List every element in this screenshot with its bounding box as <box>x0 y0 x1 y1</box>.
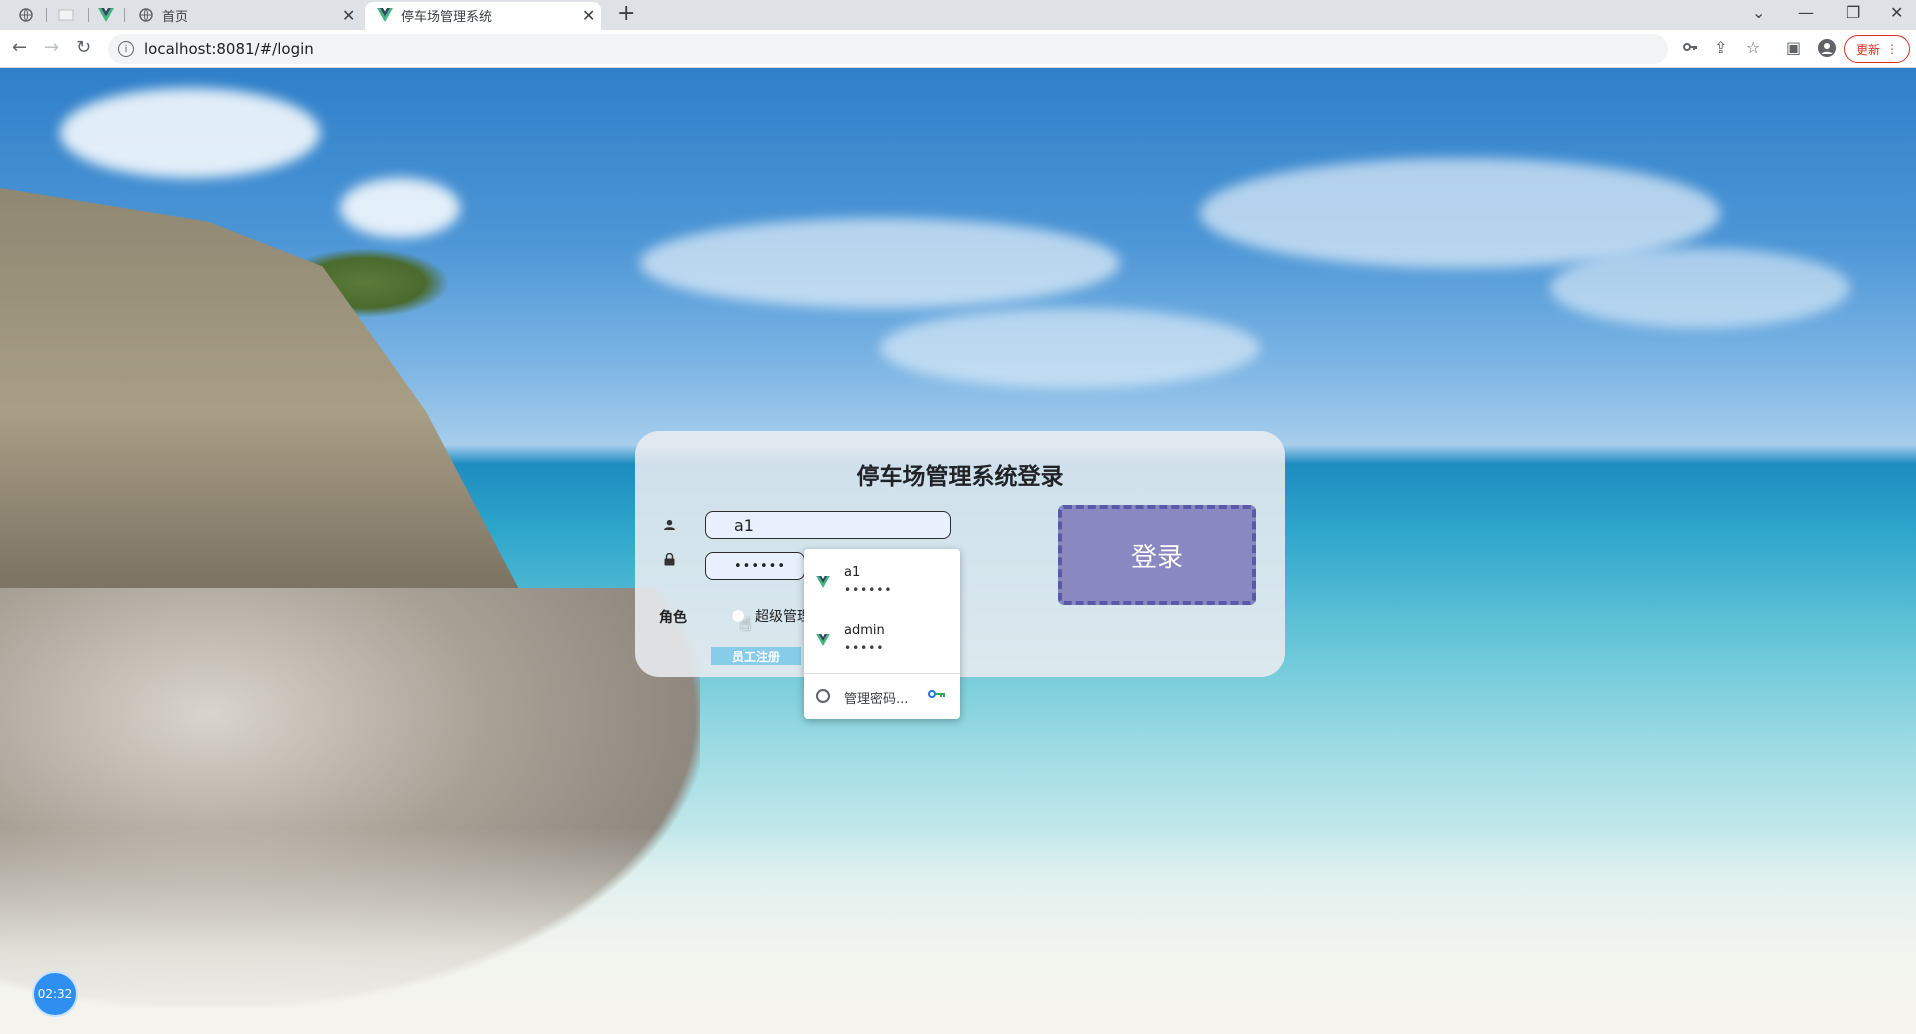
back-icon[interactable]: ← <box>12 39 27 57</box>
timer-value: 02:32 <box>37 987 73 1001</box>
recording-timer: 02:32 <box>32 971 78 1017</box>
autofill-username: a1 <box>844 565 861 580</box>
globe-icon <box>18 7 34 23</box>
tab-parking-system[interactable]: 停车场管理系统 <box>377 0 587 30</box>
menu-icon: ⋮ <box>1886 42 1898 56</box>
login-label: 登录 <box>1130 542 1183 573</box>
autofill-item[interactable]: a1 •••••• <box>804 553 960 609</box>
reload-icon[interactable]: ↻ <box>76 39 91 57</box>
toolbar: ← → ↻ i localhost:8081/#/login ⇪ ☆ ▣ 更新 … <box>0 30 1916 68</box>
role-label: 角色 <box>659 610 687 626</box>
tab-2[interactable] <box>58 0 74 30</box>
autofill-password: ••••• <box>844 641 885 655</box>
key-icon[interactable] <box>1682 39 1698 59</box>
globe-icon <box>138 7 154 23</box>
autofill-username: admin <box>844 623 885 638</box>
new-tab-button[interactable]: + <box>617 3 635 25</box>
update-label: 更新 <box>1855 42 1880 57</box>
password-input[interactable]: •••••• <box>705 552 805 580</box>
sand <box>0 828 1916 1034</box>
key-icon <box>928 687 946 703</box>
login-button[interactable]: 登录 <box>1058 505 1256 605</box>
register-button[interactable]: 员工注册 <box>711 647 801 665</box>
vue-logo-icon <box>377 7 393 23</box>
vue-logo-icon <box>98 7 114 23</box>
minimize-icon[interactable]: — <box>1798 3 1814 22</box>
password-value: •••••• <box>734 558 787 574</box>
share-icon[interactable]: ⇪ <box>1714 39 1727 57</box>
user-icon <box>661 519 677 534</box>
lock-icon <box>661 552 677 570</box>
vue-logo-icon <box>816 573 830 588</box>
register-label: 员工注册 <box>731 649 780 664</box>
info-icon[interactable]: i <box>118 41 134 57</box>
tab-1[interactable] <box>18 0 34 30</box>
forward-icon[interactable]: → <box>44 39 59 57</box>
username-value: a1 <box>734 515 754 535</box>
login-form: 停车场管理系统登录 a1 •••••• 角色 超级管理 员工注册 登录 <box>635 431 1285 677</box>
sidebar-icon[interactable]: ▣ <box>1786 39 1801 57</box>
username-input[interactable]: a1 <box>705 511 951 539</box>
vue-logo-icon <box>816 631 830 646</box>
star-icon[interactable]: ☆ <box>1746 39 1760 57</box>
chrome-icon <box>816 689 830 703</box>
tab-3[interactable] <box>98 0 114 30</box>
pointer-cursor-icon: ☝ <box>740 614 751 635</box>
divider <box>804 673 960 674</box>
profile-icon[interactable] <box>1818 39 1836 61</box>
update-button[interactable]: 更新 ⋮ <box>1844 35 1910 63</box>
autofill-password: •••••• <box>844 583 893 597</box>
close-window-icon[interactable]: ✕ <box>1890 3 1903 22</box>
tab-home[interactable]: 首页 <box>138 0 358 30</box>
manage-passwords-item[interactable]: 管理密码... <box>804 679 960 713</box>
close-tab-icon[interactable]: ✕ <box>342 6 355 25</box>
tab-parking-title: 停车场管理系统 <box>401 9 493 25</box>
tab-home-title: 首页 <box>162 9 189 25</box>
password-autofill-popup: a1 •••••• admin ••••• 管理密码... <box>804 549 960 719</box>
address-bar[interactable]: i localhost:8081/#/login <box>108 34 1668 64</box>
autofill-item[interactable]: admin ••••• <box>804 611 960 667</box>
blank-page-icon <box>58 7 74 23</box>
url-text[interactable]: localhost:8081/#/login <box>144 40 314 58</box>
close-tab-icon[interactable]: ✕ <box>582 6 595 25</box>
tab-strip: 首页 ✕ 停车场管理系统 ✕ + ⌄ — ❐ ✕ <box>0 0 1916 30</box>
tab-search-icon[interactable]: ⌄ <box>1752 3 1765 22</box>
role-option-super-admin[interactable]: 超级管理 <box>755 606 811 626</box>
login-title: 停车场管理系统登录 <box>856 464 1064 490</box>
restore-icon[interactable]: ❐ <box>1846 3 1860 22</box>
manage-passwords-label: 管理密码... <box>844 692 909 707</box>
